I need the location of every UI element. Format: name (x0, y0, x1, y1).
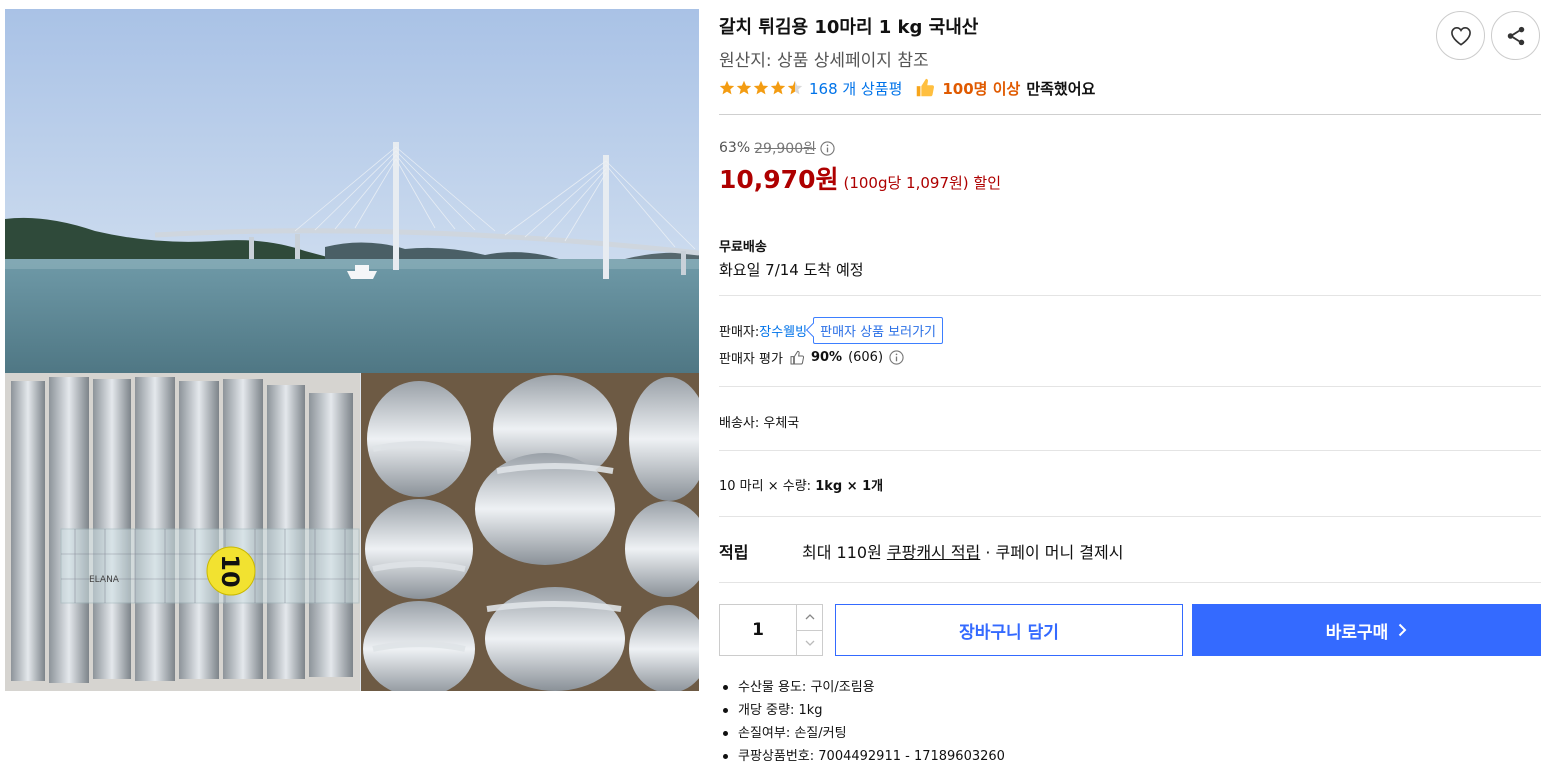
arrival-date: 화요일 7/14 도착 예정 (719, 261, 864, 279)
attribute-item: 쿠팡상품번호: 7004492911 - 17189603260 (723, 745, 1005, 768)
product-attributes: 수산물 용도: 구이/조림용 개당 중량: 1kg 손질여부: 손질/커팅 쿠팡… (723, 676, 1005, 768)
divider (719, 386, 1541, 387)
heart-icon (1450, 26, 1471, 46)
divider (719, 295, 1541, 296)
star-icon (770, 80, 786, 95)
seller-products-button[interactable]: 판매자 상품 보러가기 (813, 317, 944, 344)
reward-label: 적립 (719, 543, 749, 562)
attribute-item: 손질여부: 손질/커팅 (723, 722, 1005, 745)
satisfaction-highlight: 100명 이상 (942, 79, 1021, 98)
product-page: ELANA 10 갈치 튀김용 10마리 1 kg 국내산 원산지: 상품 상세… (0, 0, 1554, 768)
thumbs-up-icon (917, 78, 935, 97)
share-button[interactable] (1491, 11, 1540, 60)
quantity-input[interactable]: 1 (720, 605, 796, 655)
option-value: 1kg × 1개 (815, 479, 884, 494)
attribute-item: 개당 중량: 1kg (723, 699, 1005, 722)
quantity-arrows (796, 605, 822, 655)
carrier-info: 배송사: 우체국 (719, 416, 800, 431)
info-icon[interactable] (820, 140, 835, 156)
discount-row: 63% 29,900원 (719, 138, 835, 158)
original-price: 29,900원 (754, 141, 816, 157)
divider (719, 450, 1541, 451)
seller-rating-count: (606) (848, 350, 884, 365)
buy-now-button[interactable]: 바로구매 (1192, 604, 1541, 656)
coupang-cash-link[interactable]: 쿠팡캐시 적립 (887, 543, 980, 562)
product-photo-collage: ELANA 10 (5, 9, 699, 691)
ruler-label: ELANA (89, 575, 120, 585)
attribute-item: 수산물 용도: 구이/조림용 (723, 676, 1005, 699)
reward-prefix: 최대 110원 (802, 543, 887, 562)
sale-price: 10,970원 (719, 165, 839, 194)
discount-rate: 63% (719, 140, 751, 156)
chevron-down-icon (805, 640, 814, 646)
unit-price: (100g당 1,097원) 할인 (843, 174, 1002, 192)
product-origin: 원산지: 상품 상세페이지 참조 (719, 51, 929, 71)
star-icon (736, 80, 752, 95)
price-row: 10,970원 (100g당 1,097원) 할인 (719, 160, 1001, 196)
product-image[interactable]: ELANA 10 (5, 9, 699, 691)
selected-option: 10 마리 × 수량: 1kg × 1개 (719, 475, 883, 494)
option-prefix: 10 마리 × 수량: (719, 479, 816, 494)
star-icon (719, 80, 735, 95)
seller-label: 판매자: (719, 325, 760, 340)
divider (719, 114, 1541, 115)
quantity-stepper: 1 (719, 604, 823, 656)
star-half-icon (787, 80, 803, 95)
star-rating (719, 80, 803, 96)
rating-row: 168 개 상품평 100명 이상 만족했어요 (719, 77, 1095, 99)
quantity-increase-button[interactable] (797, 605, 822, 631)
satisfaction-text: 만족했어요 (1026, 79, 1096, 98)
add-to-cart-label: 장바구니 담기 (959, 622, 1059, 643)
buy-now-label: 바로구매 (1325, 622, 1389, 643)
review-count-link[interactable]: 168 개 상품평 (809, 78, 902, 99)
seller-name-link[interactable]: 장수웰빙 (759, 321, 807, 340)
star-icon (753, 80, 769, 95)
fish-count-tag: 10 (216, 554, 244, 587)
product-title: 갈치 튀김용 10마리 1 kg 국내산 (719, 17, 979, 38)
thumbs-up-outline-icon (790, 350, 804, 364)
reward-text: 최대 110원 쿠팡캐시 적립 · 쿠페이 머니 결제시 (802, 539, 1123, 563)
shipping-title: 무료배송 (719, 240, 767, 255)
divider (719, 516, 1541, 517)
seller-rating-row: 판매자 평가 90% (606) (719, 348, 904, 367)
seller-rating-label: 판매자 평가 (719, 352, 783, 367)
seller-rating-percent: 90% (810, 350, 843, 365)
info-icon[interactable] (889, 350, 904, 365)
add-to-cart-button[interactable]: 장바구니 담기 (835, 604, 1183, 656)
share-icon (1507, 26, 1524, 45)
chevron-up-icon (805, 614, 814, 620)
divider (719, 582, 1541, 583)
seller-row: 판매자: 장수웰빙 판매자 상품 보러가기 (719, 317, 944, 344)
wishlist-button[interactable] (1436, 11, 1485, 60)
reward-suffix: · 쿠페이 머니 결제시 (980, 543, 1124, 562)
quantity-decrease-button[interactable] (797, 631, 822, 656)
chevron-right-icon (1399, 623, 1407, 637)
